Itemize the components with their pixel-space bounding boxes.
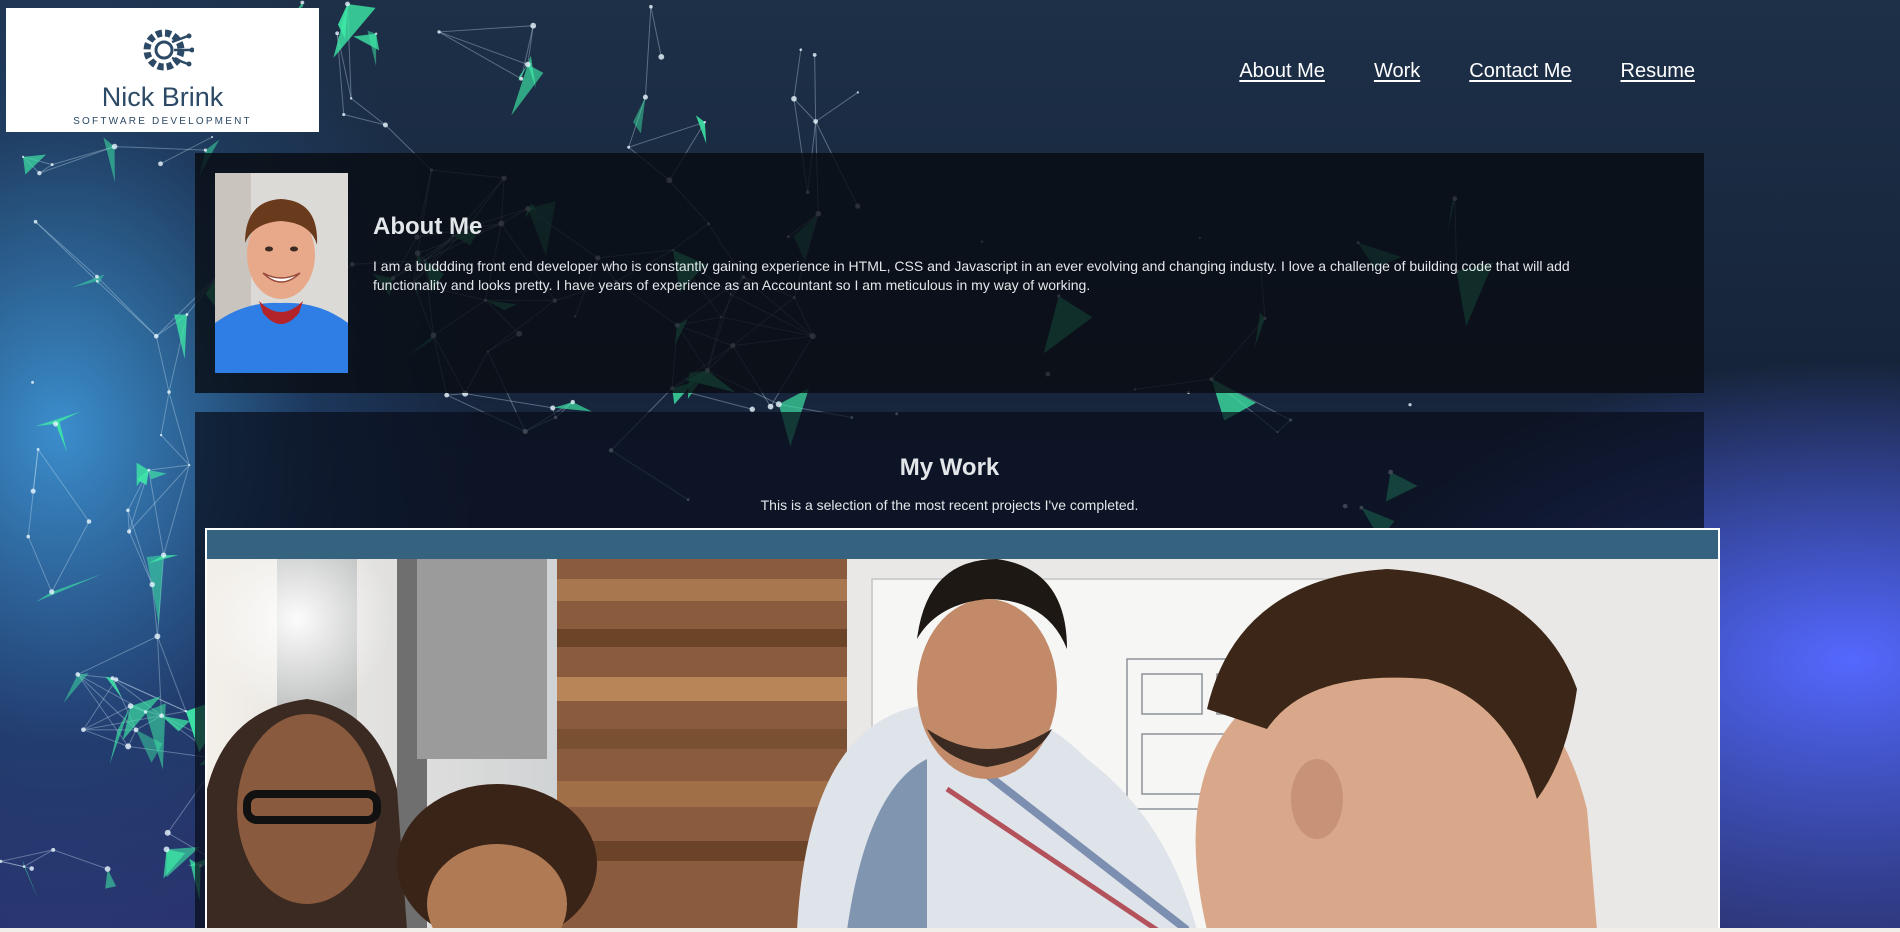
about-me-text: I am a buddding front end developer who … [373,258,1570,293]
nav-link-contact-me[interactable]: Contact Me [1469,60,1571,83]
nav-link-about-me[interactable]: About Me [1239,60,1325,83]
logo-tagline: SOFTWARE DEVELOPMENT [73,116,252,127]
page-bottom-edge [0,928,1900,932]
main-nav: About Me Work Contact Me Resume [1239,60,1695,83]
about-me-heading: About Me [373,212,483,240]
nav-link-resume[interactable]: Resume [1621,60,1695,83]
profile-photo [215,173,348,373]
project-thumbnail-image[interactable] [207,559,1718,930]
nav-link-work[interactable]: Work [1374,60,1420,83]
gear-circuit-icon [143,29,194,71]
logo-name: Nick Brink [101,82,224,112]
my-work-heading: My Work [899,453,1000,481]
site-logo[interactable]: Nick Brink SOFTWARE DEVELOPMENT [6,8,319,132]
about-me-section: About Me I am a buddding front end devel… [195,153,1704,393]
project-card[interactable] [205,528,1720,930]
my-work-subtitle: This is a selection of the most recent p… [760,497,1139,513]
